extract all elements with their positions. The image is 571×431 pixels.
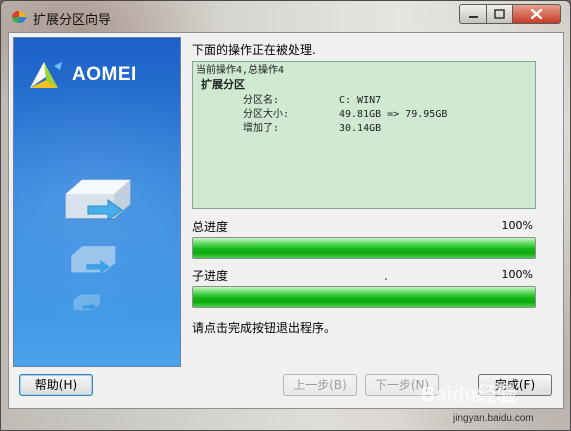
sub-progress-bar [192,286,536,308]
operation-heading: 下面的操作正在被处理. [192,43,316,57]
minimize-button[interactable] [459,4,487,24]
back-button[interactable]: 上一步(B) [283,374,357,396]
partition-size-value: 49.81GB => 79.95GB [339,109,448,120]
operation-title: 扩展分区 [201,78,245,91]
close-button[interactable] [512,4,561,24]
partition-size-label: 分区大小: [243,109,290,120]
wizard-client-area: AOMEI 下面的操作正在被处理. 当前操作4,总操作4 扩展分区 分区名: C… [8,32,564,409]
size-increase-value: 30.14GB [339,123,382,134]
wizard-window: 扩展分区向导 AOMEI 下面的操作正在被处理. 当前操作4,总操作4 扩展分区… [0,0,571,431]
maximize-icon [494,9,505,19]
partition-name-value: C: WIN7 [339,95,382,106]
operation-log: 当前操作4,总操作4 扩展分区 分区名: C: WIN7 分区大小: 49.81… [192,61,536,209]
minimize-icon [469,16,478,18]
disk-arrow-icon [60,174,138,232]
close-icon [530,8,543,20]
help-button[interactable]: 帮助(H) [19,374,93,396]
window-title: 扩展分区向导 [33,13,112,28]
baidu-watermark: Baidu经验 [421,384,517,406]
finish-hint: 请点击完成按钮退出程序。 [192,321,337,335]
size-increase-label: 增加了: [243,123,280,134]
aomei-logo-icon [30,62,62,88]
disk-arrow-icon-faded [66,242,122,282]
total-progress-bar [192,237,536,259]
sub-progress-fill [193,287,535,307]
total-progress-percent: 100% [501,219,533,232]
current-operation-text: 当前操作4,总操作4 [196,65,285,76]
total-progress-fill [193,238,535,258]
partition-name-label: 分区名: [243,95,280,106]
side-banner: AOMEI [13,37,181,367]
aomei-logo: AOMEI [24,56,174,92]
brand-name: AOMEI [72,64,137,85]
app-icon [11,10,27,24]
sub-progress-status: . [384,269,388,283]
watermark-url: jingyan.baidu.com [453,413,534,424]
sub-progress-percent: 100% [501,268,533,281]
disk-arrow-icon-faint [70,292,104,316]
total-progress-label: 总进度 [192,220,229,234]
title-bar[interactable]: 扩展分区向导 [1,1,570,31]
maximize-button[interactable] [486,4,513,24]
sub-progress-label: 子进度 [192,269,229,283]
